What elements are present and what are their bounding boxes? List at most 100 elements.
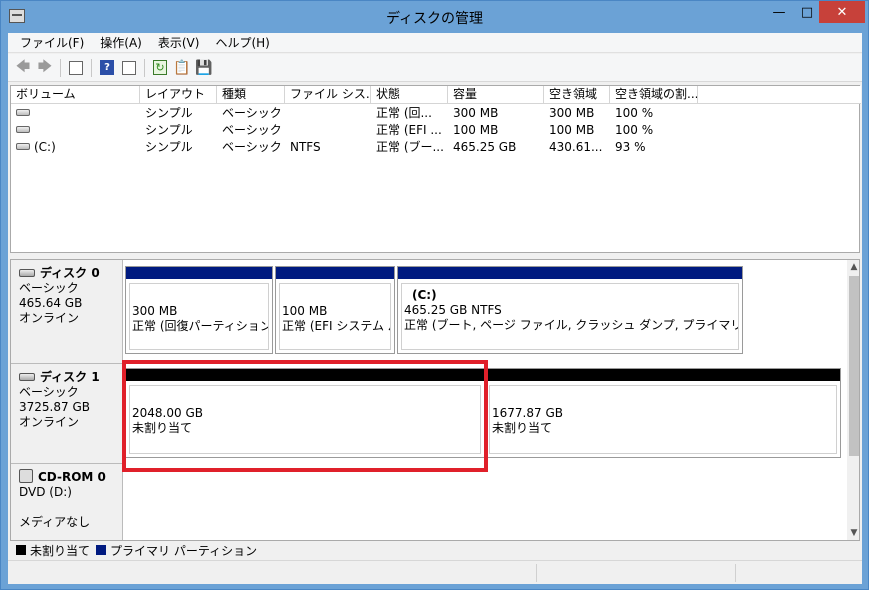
status-cell: 正常 (回...: [376, 106, 432, 120]
help-icon[interactable]: ?: [96, 57, 118, 79]
disk-label[interactable]: ディスク 1 ベーシック 3725.87 GB オンライン: [11, 364, 123, 464]
status-cell: 正常 (ブー...: [376, 140, 444, 154]
partition-info: 100 MB 正常 (EFI システム パ: [279, 283, 391, 350]
scroll-thumb[interactable]: [849, 276, 859, 456]
partition-bar: [276, 267, 394, 279]
disk-size: 3725.87 GB: [19, 400, 90, 414]
volume-list[interactable]: ボリューム レイアウト 種類 ファイル シス... 状態 容量 空き領域 空き領…: [10, 85, 861, 253]
column-header-capacity[interactable]: 容量: [448, 86, 544, 104]
legend: 未割り当て プライマリ パーティション: [10, 541, 860, 559]
disk-label[interactable]: ディスク 0 ベーシック 465.64 GB オンライン: [11, 260, 123, 364]
menu-file[interactable]: ファイル(F): [12, 34, 92, 51]
volume-list-header: ボリューム レイアウト 種類 ファイル シス... 状態 容量 空き領域 空き領…: [11, 86, 861, 104]
filesystem-cell: [285, 122, 371, 139]
hard-disk-icon: [19, 268, 35, 277]
forward-arrow-icon[interactable]: 🡆: [34, 57, 56, 79]
disk-label[interactable]: CD-ROM 0 DVD (D:) メディアなし: [11, 464, 123, 540]
status-segment: [735, 564, 736, 582]
column-header-free[interactable]: 空き領域: [544, 86, 610, 104]
refresh-icon[interactable]: ↻: [149, 57, 171, 79]
volume-row[interactable]: シンプル ベーシック 正常 (回... 300 MB 300 MB 100 %: [11, 105, 861, 122]
hard-disk-icon: [19, 372, 35, 381]
layout-cell: シンプル: [145, 123, 193, 137]
partition-volume-name: (C:): [412, 288, 437, 302]
partition-size: 300 MB: [132, 304, 178, 318]
disk-state: メディアなし: [19, 515, 91, 529]
disk-help-icon[interactable]: 💾: [193, 57, 215, 79]
volume-row[interactable]: (C:) シンプル ベーシック NTFS 正常 (ブー... 465.25 GB…: [11, 139, 861, 156]
legend-item: 未割り当て: [16, 542, 90, 559]
legend-label: プライマリ パーティション: [110, 543, 258, 558]
disk-graphical-view[interactable]: ディスク 0 ベーシック 465.64 GB オンライン 300 MB 正常 (…: [10, 259, 860, 541]
console-tree-icon[interactable]: [65, 57, 87, 79]
vertical-scrollbar[interactable]: ▲ ▼: [847, 260, 859, 540]
partition-info: 1677.87 GB 未割り当て: [489, 385, 837, 454]
partition-info: (C:) 465.25 GB NTFS 正常 (ブート, ページ ファイル, ク…: [401, 283, 739, 350]
show-hide-icon[interactable]: [118, 57, 140, 79]
volume-cell: [11, 122, 140, 139]
minimize-button[interactable]: —: [765, 1, 793, 23]
column-header-type[interactable]: 種類: [217, 86, 285, 104]
close-button[interactable]: ✕: [819, 1, 865, 23]
free-cell: 430.61...: [549, 140, 603, 154]
status-bar: [8, 560, 862, 584]
filesystem-cell: [285, 105, 371, 122]
capacity-cell: 300 MB: [453, 106, 499, 120]
disk-row: ディスク 0 ベーシック 465.64 GB オンライン 300 MB 正常 (…: [11, 260, 845, 364]
disk-size: 465.64 GB: [19, 296, 83, 310]
capacity-cell: 465.25 GB: [453, 140, 517, 154]
partition-size: 465.25 GB NTFS: [404, 303, 502, 317]
disk-size: [19, 500, 122, 515]
layout-cell: シンプル: [145, 106, 193, 120]
column-header-free-percent[interactable]: 空き領域の割...: [610, 86, 698, 104]
volume-name: (C:): [34, 140, 56, 154]
partition-info: 300 MB 正常 (回復パーティション): [129, 283, 269, 350]
disk-kind: ベーシック: [19, 281, 79, 295]
volume-icon: [16, 126, 30, 133]
disk-name: ディスク 0: [40, 266, 100, 280]
volume-row[interactable]: シンプル ベーシック 正常 (EFI ... 100 MB 100 MB 100…: [11, 122, 861, 139]
partition-status: 正常 (ブート, ページ ファイル, クラッシュ ダンプ, プライマリ パーティ…: [404, 318, 739, 332]
legend-swatch: [16, 545, 26, 555]
unallocated-block[interactable]: 1677.87 GB 未割り当て: [485, 368, 841, 458]
cd-rom-icon: [19, 468, 33, 483]
client-area: ファイル(F) 操作(A) 表示(V) ヘルプ(H) 🡄 🡆 ? ↻ 📋 💾 ボ…: [8, 33, 862, 584]
layout-cell: シンプル: [145, 140, 193, 154]
toolbar-separator: [60, 58, 61, 77]
menu-view[interactable]: 表示(V): [150, 34, 208, 51]
partition-bar: [126, 267, 272, 279]
partition-status: 正常 (回復パーティション): [132, 319, 269, 333]
scroll-up-icon[interactable]: ▲: [847, 260, 859, 274]
unallocated-bar: [486, 369, 840, 381]
maximize-button[interactable]: □: [793, 1, 821, 23]
filesystem-cell: NTFS: [290, 140, 321, 154]
back-arrow-icon[interactable]: 🡄: [12, 57, 34, 79]
disk-management-window: ディスクの管理 — □ ✕ ファイル(F) 操作(A) 表示(V) ヘルプ(H)…: [0, 0, 869, 590]
free-cell: 300 MB: [549, 106, 595, 120]
disk-name: CD-ROM 0: [38, 470, 106, 484]
menu-help[interactable]: ヘルプ(H): [207, 34, 277, 51]
toolbar: 🡄 🡆 ? ↻ 📋 💾: [8, 54, 862, 82]
partition-bar: [398, 267, 742, 279]
properties-icon[interactable]: 📋: [171, 57, 193, 79]
scroll-down-icon[interactable]: ▼: [847, 526, 859, 540]
legend-label: 未割り当て: [30, 543, 91, 558]
title-bar[interactable]: ディスクの管理 — □ ✕: [1, 1, 868, 33]
status-segment: [536, 564, 537, 582]
disk-kind: ベーシック: [19, 385, 79, 399]
menu-action[interactable]: 操作(A): [92, 34, 150, 51]
partition-block[interactable]: 300 MB 正常 (回復パーティション): [125, 266, 273, 354]
free-percent-cell: 100 %: [615, 106, 654, 120]
window-title: ディスクの管理: [385, 11, 484, 27]
capacity-cell: 100 MB: [453, 123, 499, 137]
legend-item: プライマリ パーティション: [96, 542, 257, 559]
column-header-status[interactable]: 状態: [371, 86, 448, 104]
toolbar-separator: [91, 58, 92, 77]
type-cell: ベーシック: [222, 123, 282, 137]
column-header-filesystem[interactable]: ファイル シス...: [285, 86, 371, 104]
partition-block-c[interactable]: (C:) 465.25 GB NTFS 正常 (ブート, ページ ファイル, ク…: [397, 266, 743, 354]
column-header-volume[interactable]: ボリューム: [11, 86, 140, 104]
column-header-layout[interactable]: レイアウト: [140, 86, 217, 104]
partition-block[interactable]: 100 MB 正常 (EFI システム パ: [275, 266, 395, 354]
partition-size: 100 MB: [282, 304, 328, 318]
